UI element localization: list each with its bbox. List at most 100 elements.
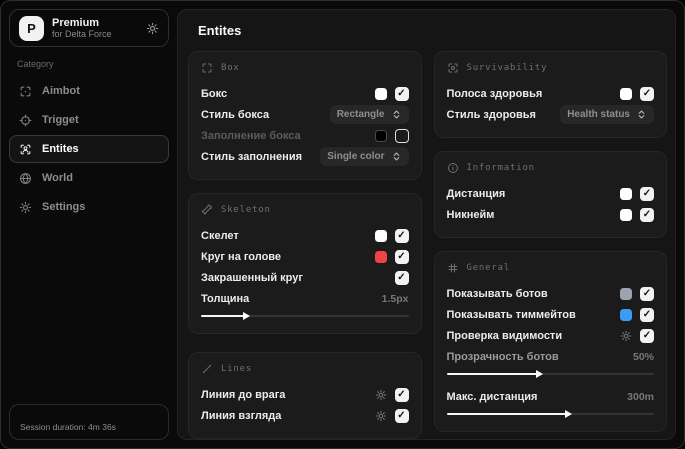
setting-label: Дистанция [446,187,506,200]
gear-icon[interactable] [375,410,387,422]
checkbox[interactable] [394,408,409,423]
slider-value: 1.5px [381,292,409,305]
setting-row-skeleton: Скелет [201,225,409,246]
app-window: P Premium for Delta Force Category Aimbo… [0,0,685,449]
setting-label: Показывать тиммейтов [446,308,576,321]
session-duration-text: Session duration: 4m 36s [20,422,116,432]
dropdown-value: Single color [327,151,385,162]
chevrons-up-down-icon [391,109,402,120]
fill-style-dropdown[interactable]: Single color [320,147,409,166]
setting-label: Линия до врага [201,388,286,401]
checkbox[interactable] [394,387,409,402]
checkbox[interactable] [640,286,654,301]
color-swatch[interactable] [620,308,632,321]
checkbox[interactable] [394,128,409,143]
checkbox[interactable] [640,86,654,101]
sidebar-item-entites[interactable]: Entites [9,135,169,163]
panel-header-label: Lines [221,364,253,374]
setting-label: Макс. дистанция [446,390,538,403]
brand-card: P Premium for Delta Force [9,9,169,47]
setting-label: Линия взгляда [201,409,282,422]
color-swatch[interactable] [374,129,387,142]
sidebar-item-label: Trigget [42,114,79,126]
page-title: Entites [198,23,242,38]
gear-icon[interactable] [146,22,159,35]
setting-row-max-distance: Макс. дистанция 300m [446,386,654,419]
app-name: Premium [52,16,100,29]
crosshair-brackets-icon [19,85,32,98]
setting-row-show-teammates: Показывать тиммейтов [446,304,654,325]
setting-row-nickname: Никнейм [446,204,654,225]
slider-thumb[interactable] [242,312,250,320]
panel-information: Information Дистанция Никнейм [433,151,667,238]
checkbox[interactable] [640,307,654,322]
dropdown-value: Health status [567,109,630,120]
slider-thumb[interactable] [564,410,572,418]
sidebar-item-label: Aimbot [42,85,80,97]
checkbox[interactable] [394,228,409,243]
app-subtitle: for Delta Force [52,29,112,40]
setting-row-health-bar: Полоса здоровья [446,83,654,104]
checkbox[interactable] [394,249,409,264]
color-swatch[interactable] [374,250,387,263]
panel-header-label: Information [466,163,535,173]
color-swatch[interactable] [620,208,632,221]
grid-icon [447,262,459,274]
setting-row-box: Бокс [201,83,409,104]
box-style-dropdown[interactable]: Rectangle [329,105,409,124]
color-swatch[interactable] [374,229,387,242]
slider-thumb[interactable] [535,370,543,378]
sidebar-item-settings[interactable]: Settings [9,193,169,221]
sidebar-item-world[interactable]: World [9,164,169,192]
sidebar-item-trigget[interactable]: Trigget [9,106,169,134]
setting-label: Никнейм [446,208,495,221]
gear-icon[interactable] [620,330,632,342]
setting-row-filled-circle: Закрашенный круг [201,267,409,288]
setting-label: Круг на голове [201,250,282,263]
setting-label: Полоса здоровья [446,87,543,100]
setting-label: Заполнение бокса [201,129,301,142]
health-style-dropdown[interactable]: Health status [560,105,654,124]
setting-row-show-bots: Показывать ботов [446,283,654,304]
setting-row-visibility-check: Проверка видимости [447,325,654,346]
gear-icon[interactable] [375,389,387,401]
setting-label: Показывать ботов [446,287,548,300]
dropdown-value: Rectangle [336,109,385,120]
main-panel: Entites Box Бокс ✓ Стиль бокса Rectangle… [177,9,676,440]
setting-row-box-style: Стиль бокса Rectangle [201,104,409,125]
panel-survivability: Survivability Полоса здоровья Стиль здор… [433,51,667,138]
crosshair-dot-icon [19,114,32,127]
setting-label: Закрашенный круг [201,271,303,284]
setting-label: Стиль заполнения [201,150,303,163]
color-swatch[interactable] [620,187,632,200]
setting-row-bot-opacity: Прозрачность ботов 50% [446,346,654,379]
session-duration-card: Session duration: 4m 36s [9,404,169,440]
sidebar-item-label: Entites [42,143,79,155]
max-distance-slider[interactable] [446,410,654,419]
checkbox[interactable] [640,328,654,343]
sidebar-item-aimbot[interactable]: Aimbot [9,77,169,105]
setting-row-view-line: Линия взгляда [201,405,409,426]
panel-header-label: General [466,263,511,273]
thickness-slider[interactable] [201,312,409,321]
setting-label: Бокс [201,87,228,100]
setting-row-thickness: Толщина 1.5px [201,288,409,321]
panel-box: Box Бокс Стиль бокса Rectangle [188,51,422,180]
checkbox[interactable] [640,186,654,201]
color-swatch[interactable] [620,287,632,300]
setting-row-health-style: Стиль здоровья Health status [447,104,654,125]
checkbox[interactable] [394,270,409,285]
checkbox[interactable] [394,86,409,101]
person-scan-icon [19,143,32,156]
sidebar-item-label: Settings [42,201,86,213]
slider-value: 50% [632,350,654,363]
chevrons-up-down-icon [391,151,402,162]
setting-label: Стиль бокса [201,108,270,121]
color-swatch[interactable] [374,87,387,100]
color-swatch[interactable] [620,87,632,100]
bot-opacity-slider[interactable] [446,370,654,379]
globe-icon [19,172,32,185]
checkbox[interactable] [640,207,654,222]
category-label: Category [17,59,54,69]
setting-row-head-circle: Круг на голове [201,246,409,267]
